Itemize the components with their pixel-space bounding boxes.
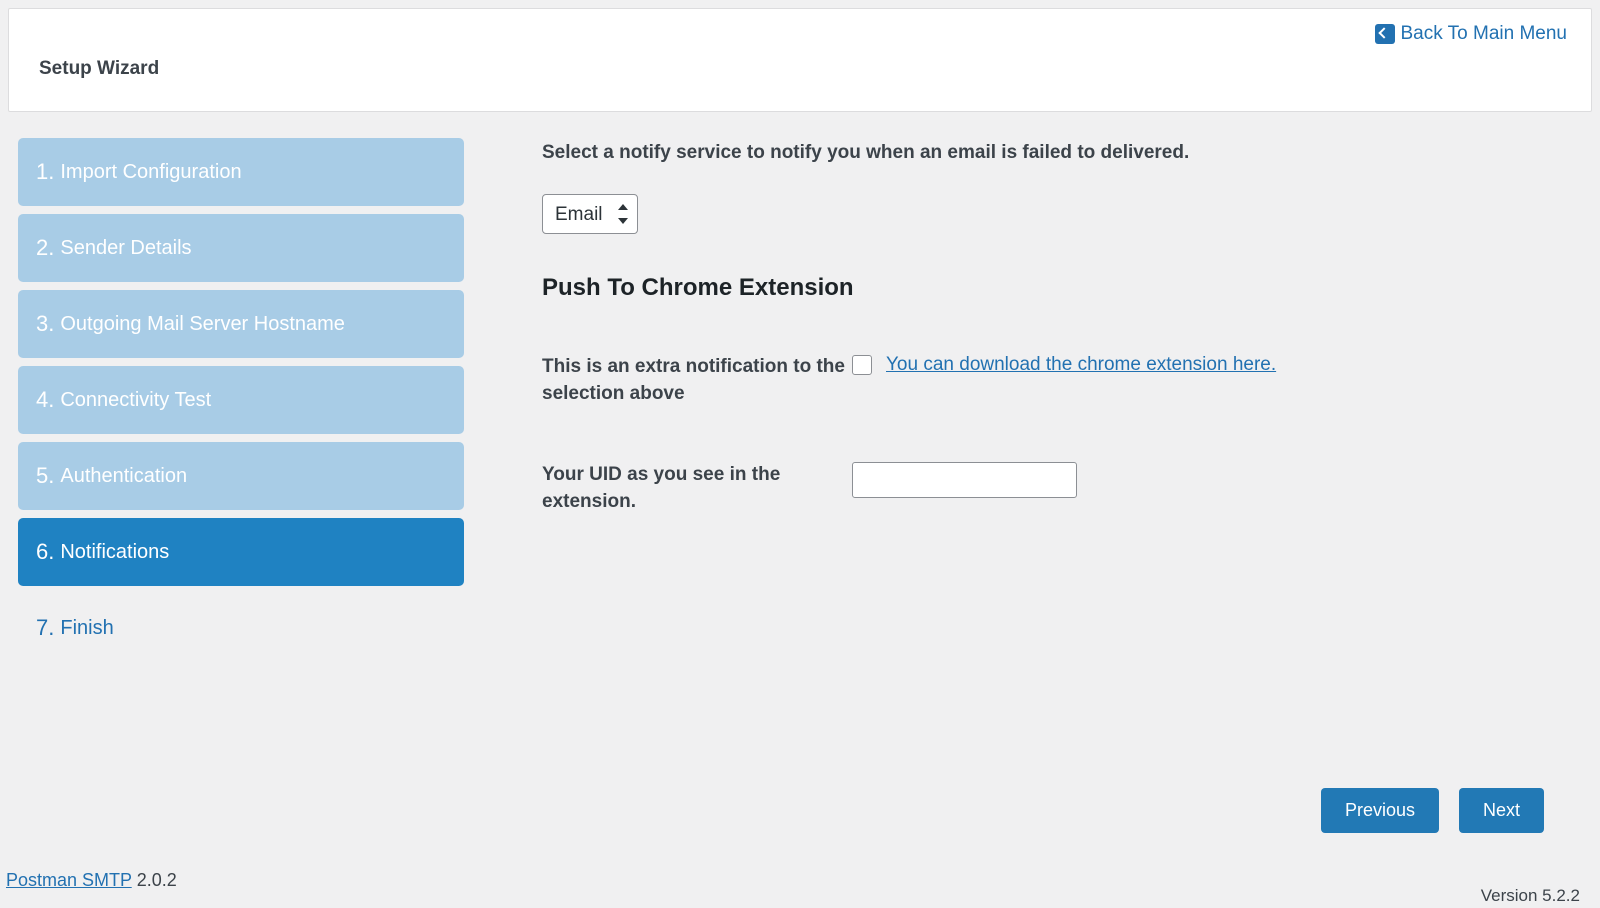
next-button[interactable]: Next bbox=[1459, 788, 1544, 833]
uid-label: Your UID as you see in the extension. bbox=[542, 462, 852, 515]
postman-smtp-link[interactable]: Postman SMTP bbox=[6, 870, 132, 890]
wizard-nav-buttons: Previous Next bbox=[1321, 788, 1544, 833]
main-panel: Select a notify service to notify you wh… bbox=[464, 138, 1600, 570]
step-number: 1. bbox=[36, 159, 54, 185]
wizard-steps: 1. Import Configuration 2. Sender Detail… bbox=[8, 138, 464, 670]
step-label: Import Configuration bbox=[60, 161, 241, 184]
chrome-extension-checkbox[interactable] bbox=[852, 355, 872, 375]
step-number: 7. bbox=[36, 615, 54, 641]
step-number: 6. bbox=[36, 539, 54, 565]
step-label: Finish bbox=[60, 617, 113, 640]
step-number: 4. bbox=[36, 387, 54, 413]
chrome-extension-download-link[interactable]: You can download the chrome extension he… bbox=[886, 354, 1276, 376]
step-notifications[interactable]: 6. Notifications bbox=[18, 518, 464, 586]
back-link-label: Back To Main Menu bbox=[1400, 23, 1567, 45]
step-label: Authentication bbox=[60, 465, 187, 488]
step-label: Sender Details bbox=[60, 237, 191, 260]
step-sender-details[interactable]: 2. Sender Details bbox=[18, 214, 464, 282]
section-heading-chrome-extension: Push To Chrome Extension bbox=[542, 274, 1540, 302]
uid-input[interactable] bbox=[852, 462, 1077, 498]
notify-service-select[interactable]: Email bbox=[542, 194, 638, 234]
footer-product: Postman SMTP 2.0.2 bbox=[6, 870, 177, 891]
intro-text: Select a notify service to notify you wh… bbox=[542, 142, 1540, 164]
step-label: Notifications bbox=[60, 541, 169, 564]
step-label: Connectivity Test bbox=[60, 389, 211, 412]
back-arrow-icon bbox=[1375, 24, 1395, 44]
step-number: 3. bbox=[36, 311, 54, 337]
step-authentication[interactable]: 5. Authentication bbox=[18, 442, 464, 510]
step-number: 5. bbox=[36, 463, 54, 489]
step-label: Outgoing Mail Server Hostname bbox=[60, 313, 345, 336]
row-uid: Your UID as you see in the extension. bbox=[542, 462, 1540, 515]
postman-smtp-version: 2.0.2 bbox=[132, 870, 177, 890]
row-extra-notification: This is an extra notification to the sel… bbox=[542, 354, 1540, 407]
notify-service-select-wrap: Email bbox=[542, 194, 638, 234]
step-number: 2. bbox=[36, 235, 54, 261]
footer-wp-version: Version 5.2.2 bbox=[1481, 886, 1580, 906]
header-card: Setup Wizard Back To Main Menu bbox=[8, 8, 1592, 112]
step-outgoing-hostname[interactable]: 3. Outgoing Mail Server Hostname bbox=[18, 290, 464, 358]
step-connectivity-test[interactable]: 4. Connectivity Test bbox=[18, 366, 464, 434]
step-finish[interactable]: 7. Finish bbox=[18, 594, 464, 662]
previous-button[interactable]: Previous bbox=[1321, 788, 1439, 833]
page-title: Setup Wizard bbox=[39, 58, 159, 80]
back-to-main-menu-link[interactable]: Back To Main Menu bbox=[1375, 23, 1567, 45]
step-import-configuration[interactable]: 1. Import Configuration bbox=[18, 138, 464, 206]
extra-notification-label: This is an extra notification to the sel… bbox=[542, 354, 852, 407]
